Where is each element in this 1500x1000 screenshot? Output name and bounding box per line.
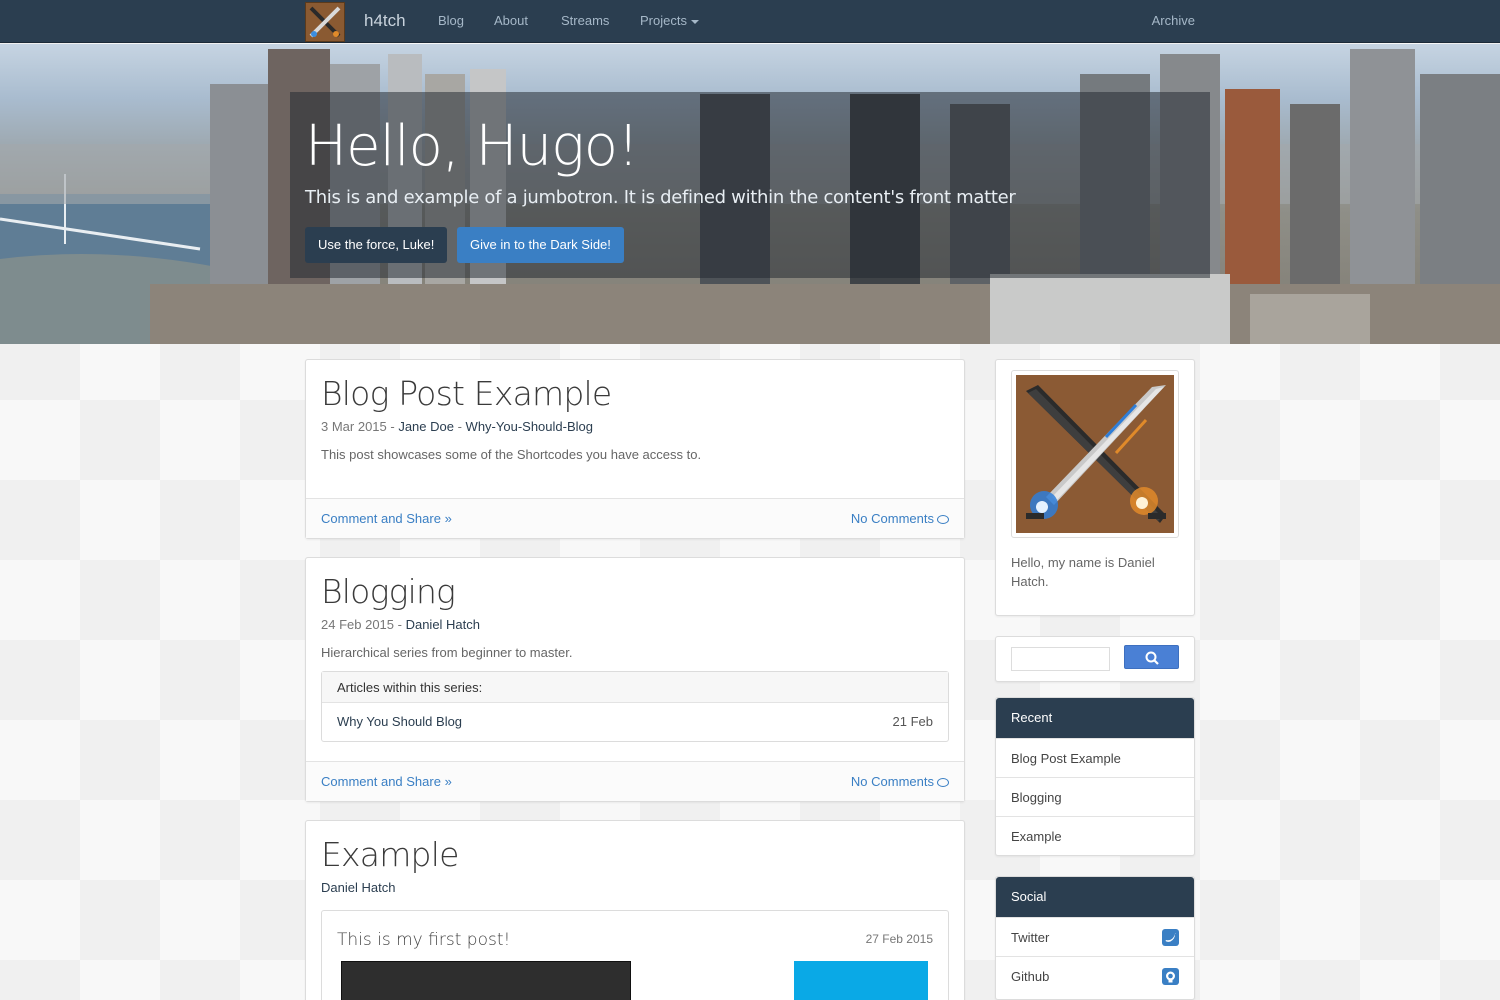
recent-widget: Recent Blog Post Example Blogging Exampl… (995, 697, 1195, 856)
dark-side-button[interactable]: Give in to the Dark Side! (457, 227, 624, 263)
nav-projects-label: Projects (640, 13, 687, 28)
brand-logo[interactable] (305, 2, 345, 42)
post-card: Example Daniel Hatch This is my first po… (305, 820, 965, 1000)
comments-link[interactable]: No Comments (851, 511, 949, 526)
social-item-label: Twitter (1011, 930, 1050, 945)
search-icon (1145, 651, 1159, 665)
about-widget: Hello, my name is Daniel Hatch. (995, 359, 1195, 616)
nav-streams[interactable]: Streams (561, 13, 609, 28)
search-button[interactable] (1124, 645, 1179, 669)
series-item-link[interactable]: Why You Should Blog (337, 714, 462, 729)
recent-item[interactable]: Blogging (996, 777, 1194, 817)
post-footer: Comment and Share » No Comments (306, 498, 964, 538)
jumbotron-title: Hello, Hugo! (305, 114, 639, 179)
social-item-twitter[interactable]: Twitter (996, 917, 1194, 957)
comments-count: No Comments (850, 511, 934, 526)
comments-count: No Comments (850, 774, 934, 789)
recent-header: Recent (996, 698, 1194, 738)
post-footer: Comment and Share » No Comments (306, 761, 964, 801)
series-list: Articles within this series: Why You Sho… (321, 671, 949, 742)
post-meta: 3 Mar 2015 - Jane Doe - Why-You-Should-B… (321, 419, 593, 434)
crossed-swords-avatar-image (1016, 375, 1174, 533)
nav-projects[interactable]: Projects (640, 13, 699, 28)
recent-item[interactable]: Blog Post Example (996, 738, 1194, 778)
social-widget: Social Twitter Github (995, 876, 1195, 1000)
post-author-link[interactable]: Jane Doe (398, 419, 454, 434)
series-item: Why You Should Blog 21 Feb (322, 703, 948, 741)
post-meta: 24 Feb 2015 - Daniel Hatch (321, 617, 481, 632)
caret-down-icon (690, 19, 699, 24)
recent-item[interactable]: Example (996, 816, 1194, 856)
post-card: Blog Post Example 3 Mar 2015 - Jane Doe … (305, 359, 965, 539)
jumbotron: Hello, Hugo! This is and example of a ju… (290, 92, 1210, 278)
jumbotron-lead: This is and example of a jumbotron. It i… (305, 187, 1016, 208)
post-date: 24 Feb 2015 (321, 617, 395, 632)
comment-and-share-link[interactable]: Comment and Share » (321, 511, 452, 526)
comments-link[interactable]: No Comments (851, 774, 949, 789)
search-widget (995, 636, 1195, 682)
post-title[interactable]: Example (321, 835, 459, 874)
comment-and-share-link[interactable]: Comment and Share » (321, 774, 452, 789)
hero-banner: Hello, Hugo! This is and example of a ju… (0, 44, 1500, 344)
brand-name[interactable]: h4tch (364, 11, 406, 31)
comment-bubble-icon (937, 778, 949, 787)
social-item-label: Github (1011, 969, 1050, 984)
post-summary: This post showcases some of the Shortcod… (321, 447, 702, 462)
embedded-post: This is my first post! 27 Feb 2015 (321, 910, 949, 1000)
post-title[interactable]: Blogging (321, 572, 456, 611)
twitter-icon (1162, 929, 1179, 946)
github-icon (1162, 968, 1179, 985)
avatar (1011, 370, 1179, 538)
embedded-image-blue (794, 961, 928, 1000)
embedded-post-date: 27 Feb 2015 (865, 932, 933, 946)
about-text: Hello, my name is Daniel Hatch. (1011, 555, 1155, 589)
nav-archive[interactable]: Archive (1152, 13, 1195, 28)
post-card: Blogging 24 Feb 2015 - Daniel Hatch Hier… (305, 557, 965, 802)
post-title[interactable]: Blog Post Example (321, 374, 612, 413)
post-meta: Daniel Hatch (321, 880, 395, 895)
embedded-post-title[interactable]: This is my first post! (337, 930, 510, 950)
post-author-link[interactable]: Daniel Hatch (406, 617, 480, 632)
top-navbar: h4tch Blog About Streams Projects Archiv… (0, 0, 1500, 43)
nav-blog[interactable]: Blog (438, 13, 464, 28)
social-header: Social (996, 877, 1194, 917)
post-author-link[interactable]: Daniel Hatch (321, 880, 395, 895)
social-item-github[interactable]: Github (996, 956, 1194, 996)
comment-bubble-icon (937, 515, 949, 524)
nav-about[interactable]: About (494, 13, 528, 28)
use-the-force-button[interactable]: Use the force, Luke! (305, 227, 448, 263)
post-series-link[interactable]: Why-You-Should-Blog (466, 419, 593, 434)
series-header: Articles within this series: (322, 672, 948, 703)
series-item-date: 21 Feb (892, 714, 933, 729)
post-date: 3 Mar 2015 (321, 419, 387, 434)
embedded-image-dark (341, 961, 631, 1000)
post-summary: Hierarchical series from beginner to mas… (321, 645, 573, 660)
search-input[interactable] (1011, 647, 1110, 671)
navbar-container: h4tch Blog About Streams Projects Archiv… (305, 0, 1195, 43)
